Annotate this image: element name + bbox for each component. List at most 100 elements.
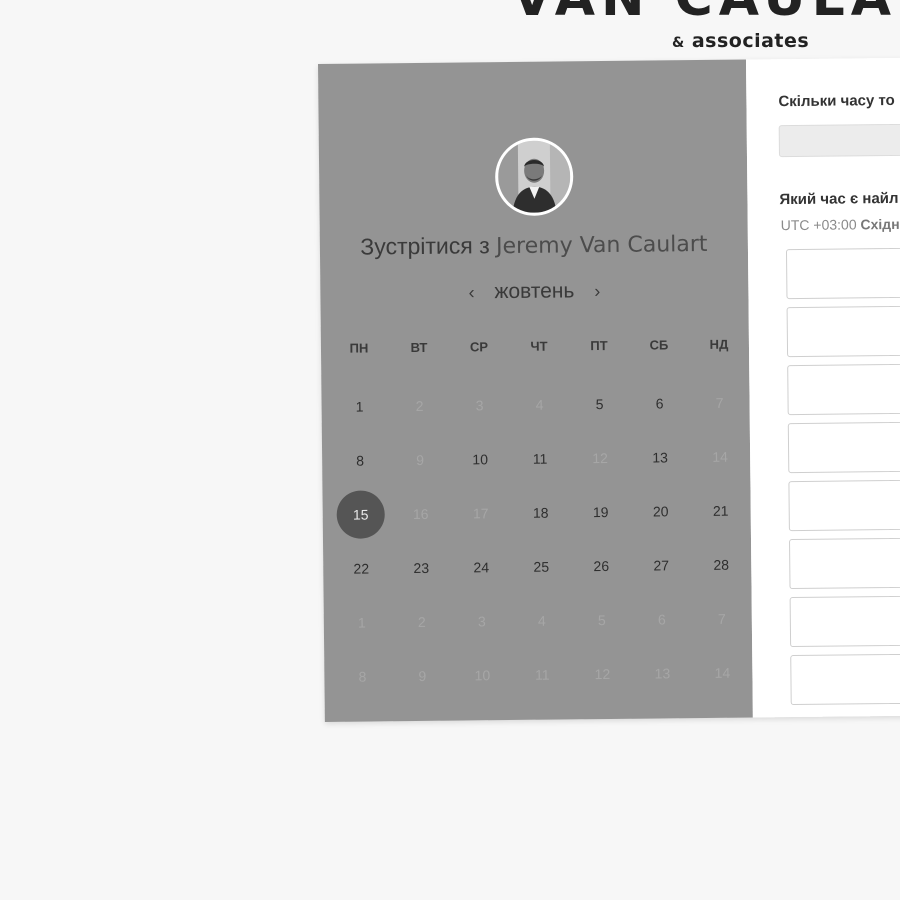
- duration-question: Скільки часу то: [778, 91, 895, 111]
- calendar-day: 12: [572, 666, 632, 683]
- calendar-day: 10: [452, 667, 512, 684]
- time-slot[interactable]: [787, 361, 900, 416]
- weekday-thu: ЧТ: [530, 338, 548, 354]
- calendar-day-number: 20: [652, 503, 669, 520]
- calendar-day-number: 4: [537, 612, 546, 629]
- calendar-day-number: 28: [713, 556, 730, 573]
- calendar-day[interactable]: 19: [571, 504, 631, 521]
- calendar-day-number: 8: [358, 668, 367, 685]
- time-slot[interactable]: [785, 245, 900, 300]
- time-slot[interactable]: [790, 651, 900, 706]
- calendar-day-number: 23: [413, 559, 430, 577]
- calendar-day: 3: [452, 613, 512, 630]
- calendar-day[interactable]: 1: [330, 398, 390, 415]
- calendar-day: 4: [509, 396, 569, 413]
- calendar-day-number: 10: [474, 667, 491, 684]
- calendar-day[interactable]: 25: [511, 558, 571, 575]
- calendar-day-number: 13: [654, 665, 671, 682]
- calendar-day: 8: [332, 668, 392, 685]
- calendar-panel: Зустрітися з Jeremy Van Caulart ‹ жовтен…: [318, 59, 753, 722]
- meet-heading: Зустрітися з Jeremy Van Caulart: [320, 230, 748, 261]
- calendar-day-number: 16: [412, 505, 429, 523]
- calendar-day[interactable]: 18: [511, 504, 571, 521]
- calendar-day[interactable]: 6: [629, 395, 689, 412]
- timezone-name: Східн: [860, 215, 900, 233]
- calendar-day-number: 24: [473, 559, 490, 576]
- calendar-day-number: 6: [655, 395, 664, 412]
- time-slot-list: [746, 56, 900, 706]
- prev-month-icon[interactable]: ‹: [468, 282, 474, 303]
- calendar-day-number: 26: [593, 557, 610, 575]
- calendar-day: 13: [632, 665, 692, 682]
- calendar-day[interactable]: 27: [631, 557, 691, 574]
- calendar-day-number: 4: [535, 396, 544, 413]
- calendar-weeks: 1 2 3 4 5 6 7 8 9 10 11 12 13 14 15 16 17 18 19 20 21 22 23 24 2…: [329, 376, 752, 704]
- booking-page: VAN CAULART & associates Зустрітися з: [0, 0, 900, 900]
- next-month-icon[interactable]: ›: [594, 281, 600, 302]
- calendar-day[interactable]: 10: [450, 451, 510, 468]
- calendar-day[interactable]: 13: [630, 449, 690, 466]
- time-slot[interactable]: [789, 593, 900, 648]
- brand-associates: associates: [691, 30, 810, 52]
- calendar-day-number: 17: [472, 505, 489, 522]
- brand-subtitle: & associates: [672, 30, 809, 52]
- calendar-day: 11: [512, 666, 572, 683]
- calendar-day-number: 22: [353, 560, 370, 577]
- time-slot[interactable]: [789, 535, 900, 590]
- time-slot[interactable]: [786, 303, 900, 358]
- brand-ampersand: &: [672, 35, 685, 51]
- timezone-offset: UTC +03:00: [780, 216, 857, 234]
- calendar-day[interactable]: 22: [331, 560, 391, 577]
- calendar-day: 9: [392, 668, 452, 685]
- meet-prefix: Зустрітися з: [360, 232, 490, 260]
- brand-title: VAN CAULART: [512, 0, 900, 28]
- calendar-day-number: 18: [532, 504, 549, 521]
- calendar-day[interactable]: 28: [691, 556, 751, 573]
- calendar-day-number: 7: [715, 394, 724, 411]
- calendar-day-number: 12: [592, 449, 609, 467]
- calendar-day-number: 5: [595, 396, 604, 413]
- calendar-day[interactable]: 8: [330, 452, 390, 469]
- calendar-day[interactable]: 21: [691, 502, 751, 519]
- calendar-day-number: 7: [717, 610, 726, 627]
- calendar-day[interactable]: 26: [571, 558, 631, 575]
- calendar-day: 2: [392, 614, 452, 631]
- calendar-day-number: 15: [336, 490, 385, 539]
- calendar-day-number: 11: [535, 666, 550, 683]
- calendar-day-number: 1: [355, 398, 364, 415]
- calendar-day-number: 13: [652, 449, 669, 466]
- calendar-day: 4: [512, 612, 572, 629]
- time-slot[interactable]: [787, 419, 900, 474]
- duration-select[interactable]: [778, 122, 900, 158]
- month-navigation: ‹ жовтень ›: [320, 278, 748, 306]
- calendar-day-number: 8: [356, 452, 365, 469]
- time-slot[interactable]: [788, 477, 900, 532]
- calendar-day: 1: [332, 614, 392, 631]
- calendar-day-number: 1: [357, 614, 366, 631]
- calendar-week: 1 2 3 4 5 6 7: [332, 591, 753, 649]
- calendar-day[interactable]: 20: [631, 503, 691, 520]
- calendar-week: 15 16 17 18 19 20 21: [330, 483, 751, 541]
- weekday-sat: СБ: [649, 336, 669, 353]
- calendar-day-number: 5: [597, 612, 606, 629]
- calendar-day-number: 11: [532, 450, 548, 467]
- timezone-label[interactable]: UTC +03:00 Східн: [781, 216, 900, 233]
- calendar-week: 8 9 10 11 12 13 14: [332, 645, 753, 703]
- calendar-week: 22 23 24 25 26 27 28: [331, 537, 752, 595]
- calendar-day-number: 12: [594, 665, 611, 683]
- calendar-day: 5: [572, 612, 632, 629]
- calendar-day: 17: [451, 505, 511, 522]
- calendar-day[interactable]: 11: [510, 450, 570, 467]
- calendar-day-number: 2: [417, 613, 426, 630]
- calendar-day[interactable]: 23: [391, 560, 451, 577]
- calendar-day-number: 14: [714, 664, 731, 681]
- calendar-week: 1 2 3 4 5 6 7: [329, 376, 750, 434]
- calendar-day: 6: [632, 611, 692, 628]
- calendar-day-selected[interactable]: 15: [330, 490, 390, 539]
- calendar-day: 14: [692, 664, 752, 681]
- calendar-day[interactable]: 5: [569, 396, 629, 413]
- weekday-header: ПН ВТ СР ЧТ ПТ СБ НД: [329, 332, 749, 360]
- calendar-day-number: 9: [416, 451, 425, 468]
- weekday-mon: ПН: [349, 339, 369, 356]
- calendar-day[interactable]: 24: [451, 559, 511, 576]
